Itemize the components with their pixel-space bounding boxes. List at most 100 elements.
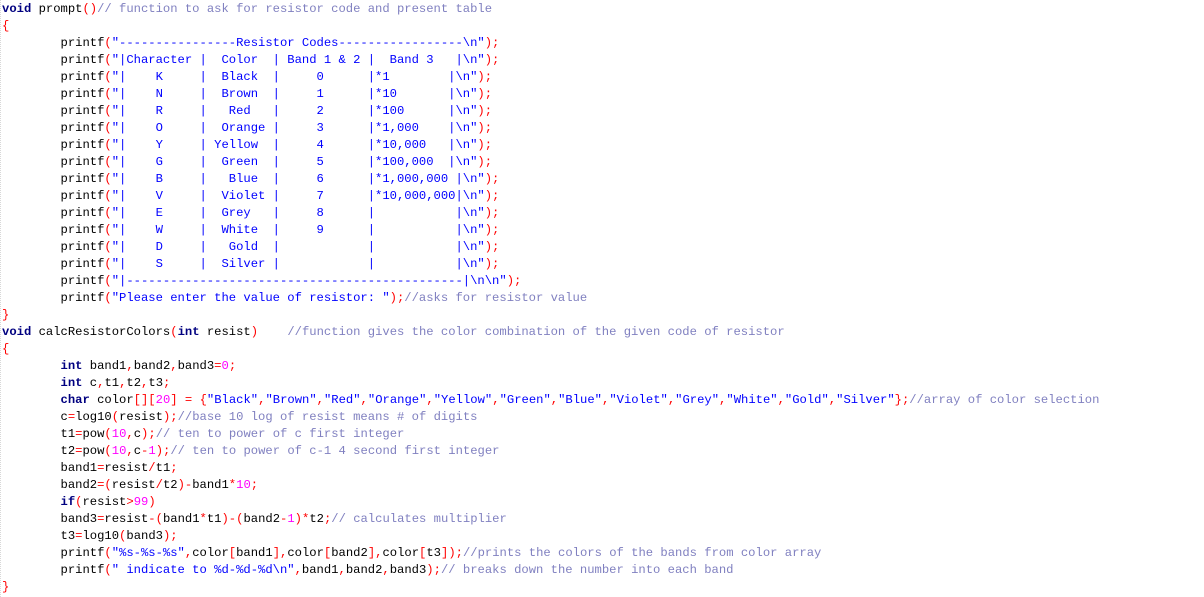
code-area[interactable]: void prompt()// function to ask for resi… [2, 1, 1099, 596]
code-line[interactable]: printf("| O | Orange | 3 |*1,000 |\n"); [2, 120, 1099, 137]
operator-token: ); [477, 121, 493, 135]
string-token: " indicate to %d-%d-%d\n" [111, 563, 295, 577]
identifier-token [192, 393, 199, 407]
comment-token: // breaks down the number into each band [440, 563, 734, 577]
code-line[interactable]: t2=pow(10,c-1);// ten to power of c-1 4 … [2, 443, 1099, 460]
string-token: "| W | White | 9 | |\n" [111, 223, 485, 237]
code-line[interactable]: band3=resist-(band1*t1)-(band2-1)*t2;// … [2, 511, 1099, 528]
identifier-token: printf [2, 104, 105, 118]
identifier-token: band1 [301, 563, 339, 577]
operator-token: ); [141, 427, 156, 441]
operator-token: , [316, 393, 324, 407]
code-line[interactable]: if(resist>99) [2, 494, 1099, 511]
string-token: "|Character | Color | Band 1 & 2 | Band … [111, 53, 485, 67]
operator-token: ], [367, 546, 383, 560]
code-line[interactable]: } [2, 579, 1099, 596]
operator-token: ; [228, 359, 237, 373]
operator-token: ); [484, 240, 500, 254]
identifier-token [2, 393, 61, 407]
number-token: 1 [287, 512, 295, 526]
code-line[interactable]: char color[][20] = {"Black","Brown","Red… [2, 392, 1100, 409]
identifier-token: t1 [2, 427, 76, 441]
comment-token: //array of color selection [909, 393, 1100, 407]
code-line[interactable]: printf("| V | Violet | 7 |*10,000,000|\n… [2, 188, 1099, 205]
code-line[interactable]: int band1,band2,band3=0; [2, 358, 1099, 375]
operator-token: ( [170, 325, 178, 339]
code-line[interactable]: band2=(resist/t2)-band1*10; [2, 477, 1099, 494]
identifier-token: log10 [82, 529, 120, 543]
code-line[interactable]: } [2, 307, 1099, 324]
string-token: "Silver" [836, 393, 895, 407]
code-line[interactable]: int c,t1,t2,t3; [2, 375, 1099, 392]
identifier-token: resist [111, 478, 156, 492]
identifier-token: printf [2, 121, 105, 135]
identifier-token: printf [2, 36, 105, 50]
operator-token: ( [104, 189, 112, 203]
code-line[interactable]: printf("| R | Red | 2 |*100 |\n"); [2, 103, 1099, 120]
string-token: "Brown" [265, 393, 317, 407]
code-line[interactable]: t1=pow(10,c);// ten to power of c first … [2, 426, 1099, 443]
code-line[interactable]: printf("| Y | Yellow | 4 |*10,000 |\n"); [2, 137, 1099, 154]
code-line[interactable]: c=log10(resist);//base 10 log of resist … [2, 409, 1099, 426]
code-line[interactable]: printf("| D | Gold | | |\n"); [2, 239, 1099, 256]
identifier-token: calcResistorColors [31, 325, 171, 339]
code-line[interactable]: printf("| B | Blue | 6 |*1,000,000 |\n")… [2, 171, 1099, 188]
code-line[interactable]: void calcResistorColors(int resist) //fu… [2, 324, 1099, 341]
identifier-token: t2 [126, 376, 142, 390]
identifier-token: c [2, 410, 68, 424]
identifier-token: band2 [2, 478, 98, 492]
operator-token: ( [104, 291, 112, 305]
operator-token: ; [250, 478, 259, 492]
operator-token: ) [148, 495, 156, 509]
operator-token: = [214, 359, 222, 373]
operator-token: ( [104, 36, 112, 50]
string-token: "----------------Resistor Codes---------… [111, 36, 485, 50]
comment-token: //base 10 log of resist means # of digit… [177, 410, 478, 424]
code-line[interactable]: printf("|-------------------------------… [2, 273, 1099, 290]
identifier-token: color [89, 393, 134, 407]
operator-token: ); [477, 70, 493, 84]
code-line[interactable]: printf("----------------Resistor Codes--… [2, 35, 1099, 52]
code-editor[interactable]: void prompt()// function to ask for resi… [0, 0, 1204, 597]
operator-token: ( [104, 444, 112, 458]
code-line[interactable]: printf("Please enter the value of resist… [2, 290, 1099, 307]
code-line[interactable]: printf("| E | Grey | 8 | |\n"); [2, 205, 1099, 222]
identifier-token: log10 [75, 410, 112, 424]
operator-token: ); [426, 563, 441, 577]
code-line[interactable]: printf("| G | Green | 5 |*100,000 |\n"); [2, 154, 1099, 171]
code-line[interactable]: t3=log10(band3); [2, 528, 1099, 545]
keyword-token: if [60, 495, 76, 509]
operator-token: ], [272, 546, 288, 560]
operator-token: , [126, 444, 134, 458]
code-line[interactable]: { [2, 18, 1099, 35]
number-token: 20 [155, 393, 171, 407]
operator-token: ( [104, 257, 112, 271]
code-line[interactable]: printf("|Character | Color | Band 1 & 2 … [2, 52, 1099, 69]
operator-token: () [82, 2, 98, 16]
identifier-token: printf [2, 206, 105, 220]
identifier-token: resist [199, 325, 251, 339]
code-line[interactable]: printf("%s-%s-%s",color[band1],color[ban… [2, 545, 1099, 562]
code-line[interactable]: printf("| W | White | 9 | |\n"); [2, 222, 1099, 239]
operator-token: ( [104, 104, 112, 118]
keyword-token: int [177, 325, 200, 339]
string-token: "| Y | Yellow | 4 |*10,000 |\n" [111, 138, 478, 152]
code-line[interactable]: printf("| N | Brown | 1 |*10 |\n"); [2, 86, 1099, 103]
identifier-token: resist [119, 410, 163, 424]
identifier-token: band2 [243, 512, 281, 526]
code-line[interactable]: printf("| S | Silver | | |\n"); [2, 256, 1099, 273]
number-token: 10 [236, 478, 251, 492]
code-line[interactable]: band1=resist/t1; [2, 460, 1099, 477]
operator-token: [ [228, 546, 237, 560]
keyword-token: char [60, 393, 90, 407]
identifier-token: c [133, 444, 142, 458]
code-line[interactable]: printf("| K | Black | 0 |*1 |\n"); [2, 69, 1099, 86]
operator-token: ( [104, 121, 112, 135]
identifier-token: printf [2, 291, 105, 305]
code-line[interactable]: void prompt()// function to ask for resi… [2, 1, 1099, 18]
operator-token: ( [104, 563, 112, 577]
code-line[interactable]: { [2, 341, 1099, 358]
code-line[interactable]: printf(" indicate to %d-%d-%d\n",band1,b… [2, 562, 1099, 579]
identifier-token: t1 [104, 376, 120, 390]
string-token: "Blue" [558, 393, 602, 407]
